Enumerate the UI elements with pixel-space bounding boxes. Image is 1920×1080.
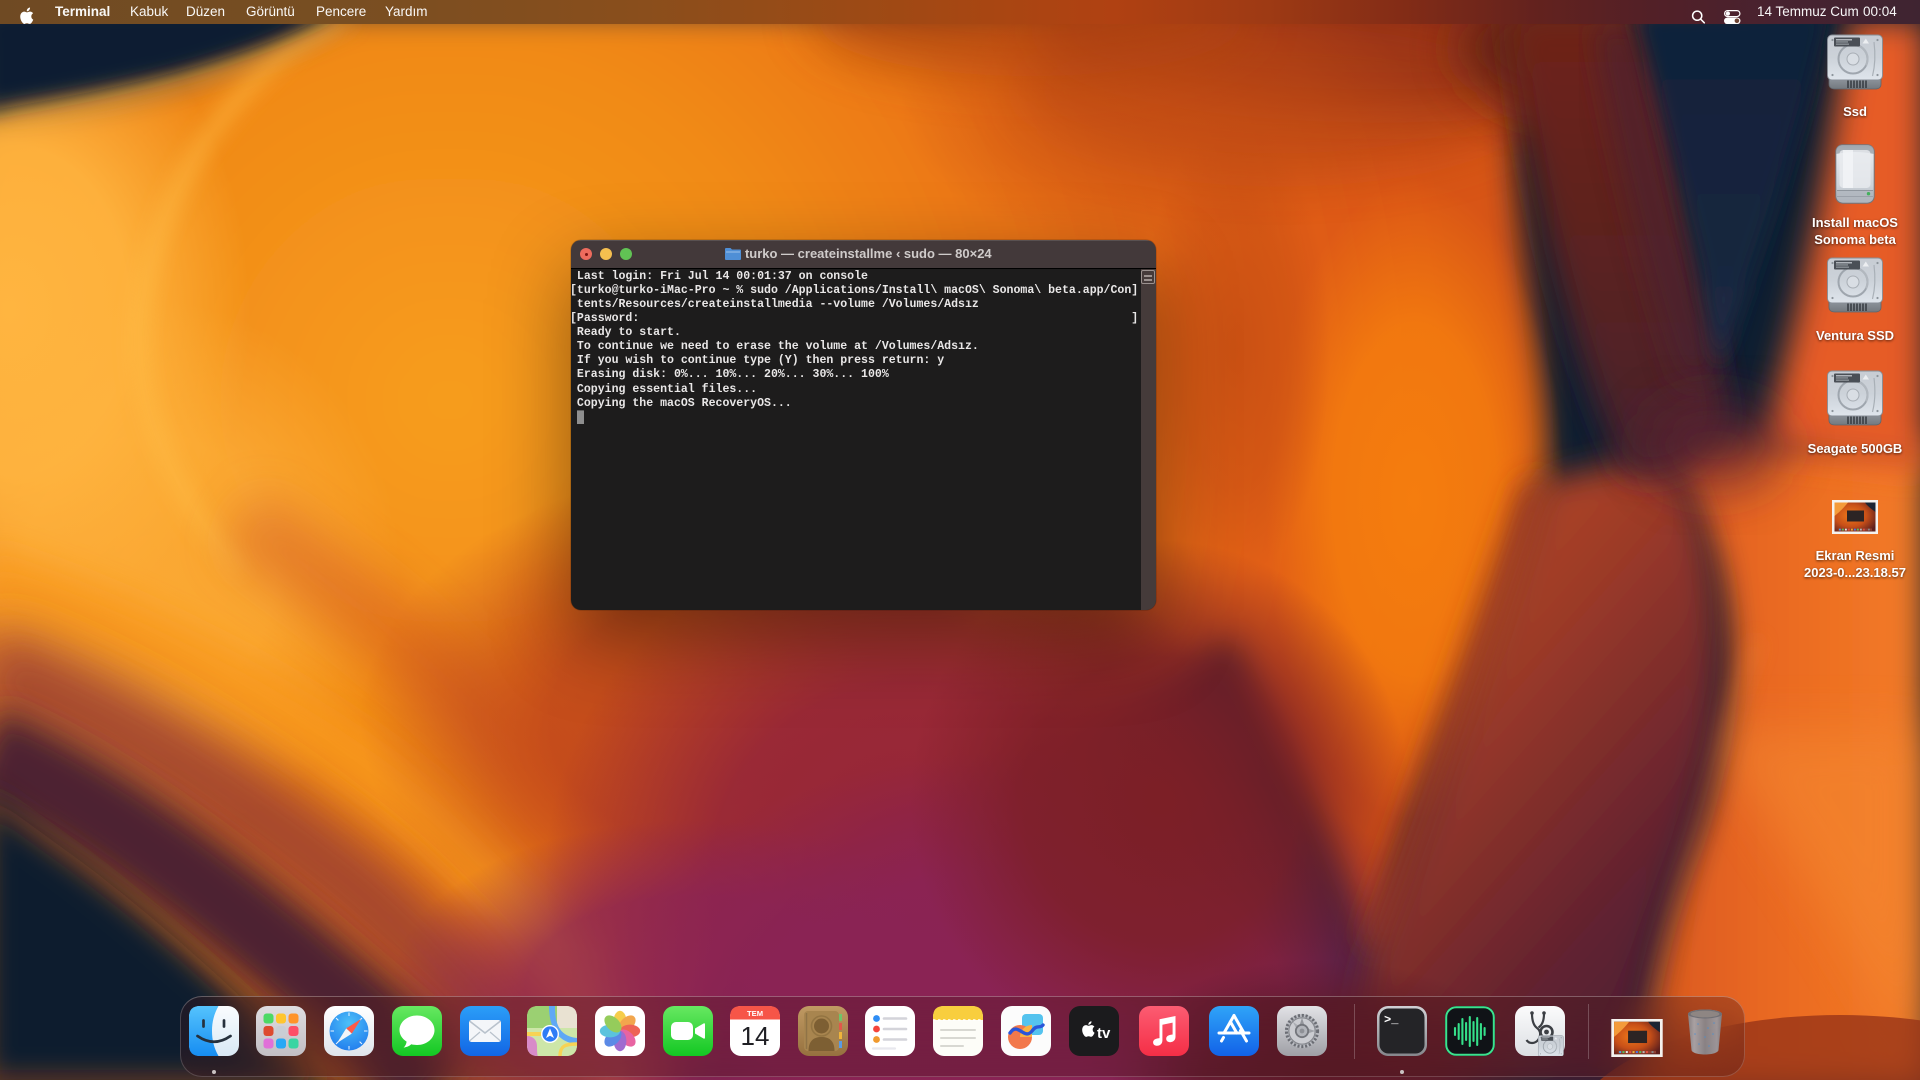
svg-text:TEM: TEM: [747, 1009, 763, 1018]
svg-text:tv: tv: [1097, 1025, 1111, 1042]
svg-text:14: 14: [741, 1021, 770, 1051]
svg-text:>_: >_: [1384, 1013, 1399, 1027]
